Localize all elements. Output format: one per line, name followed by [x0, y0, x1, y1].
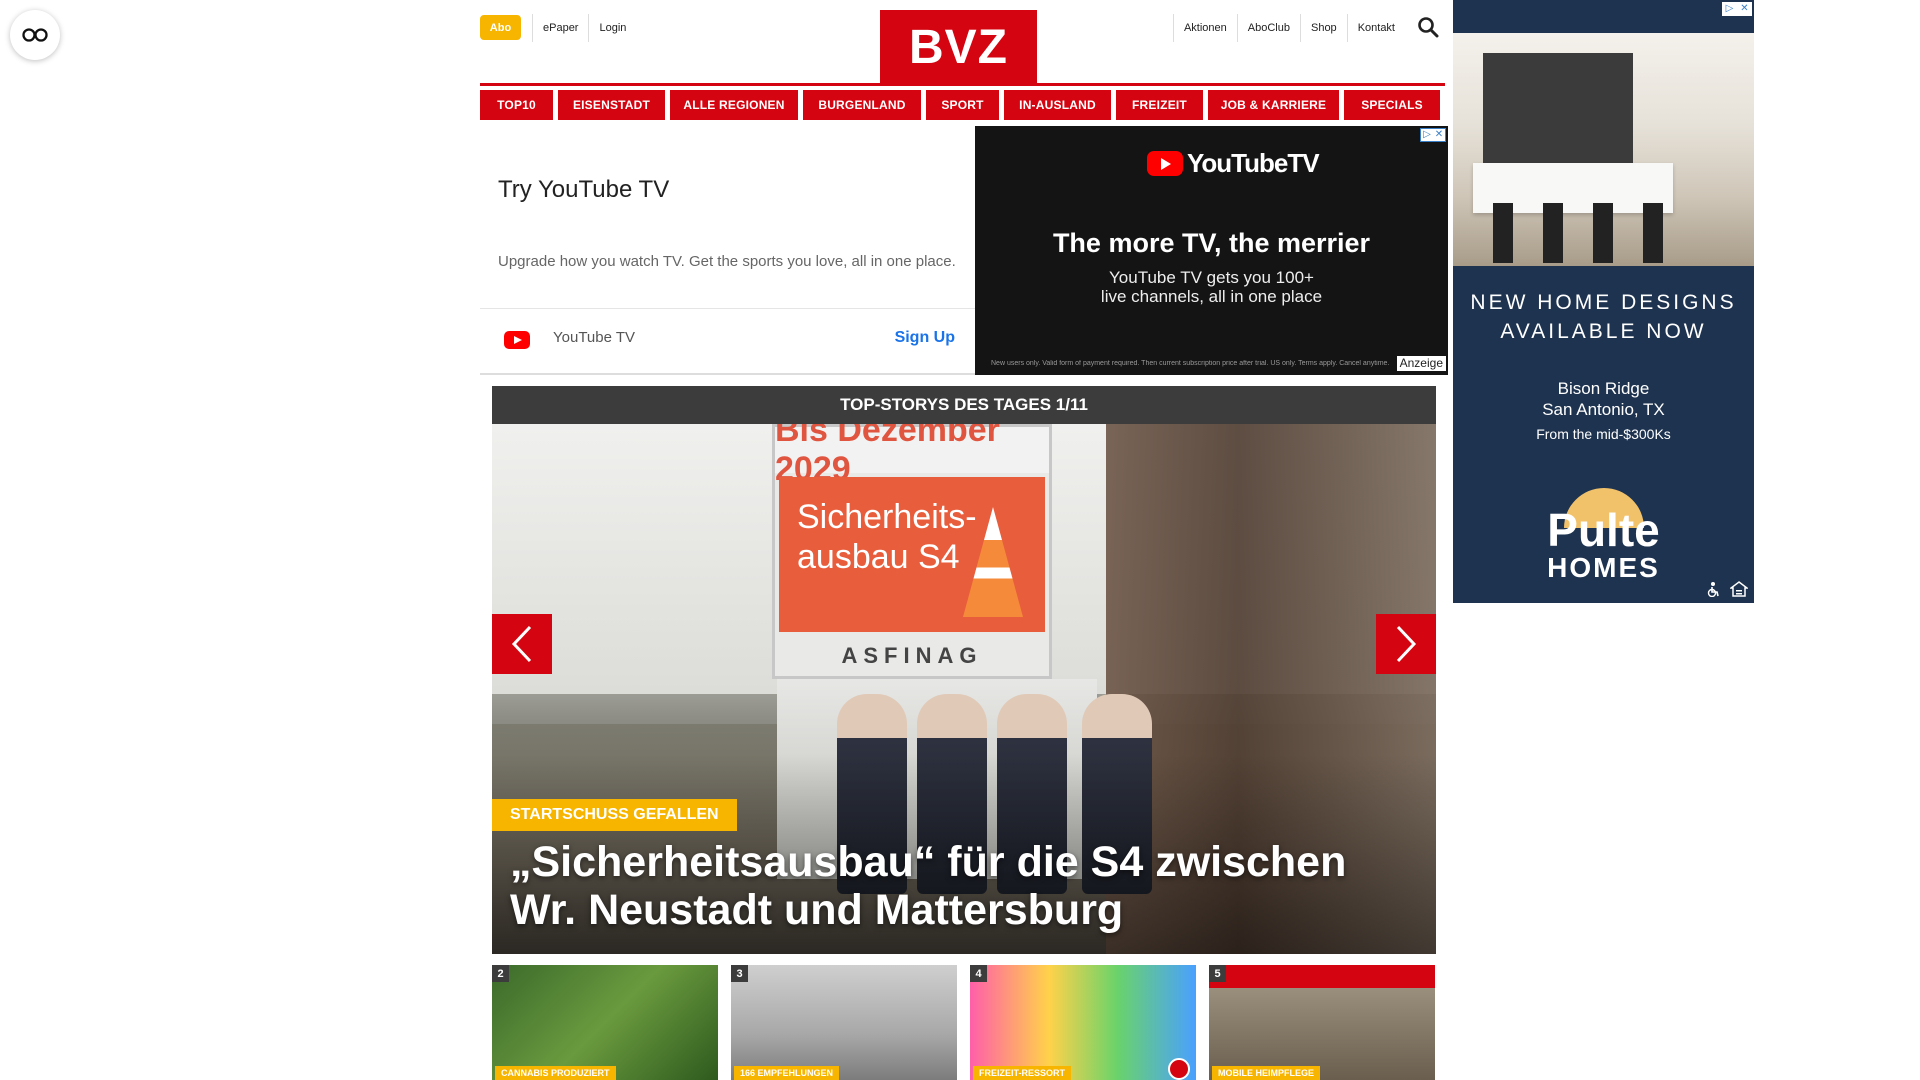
login-link[interactable]: Login	[588, 14, 636, 42]
thumbnail-number: 2	[492, 965, 509, 982]
sign-date: Bis Dezember 2029	[775, 424, 1049, 488]
story-thumbnails: 2 CANNABIS PRODUZIERT 3 166 EMPFEHLUNGEN…	[492, 965, 1436, 1080]
ad-header-strip	[1453, 0, 1754, 33]
banner-subline: YouTube TV gets you 100+ live channels, …	[1100, 268, 1323, 306]
ad-description: Upgrade how you watch TV. Get the sports…	[498, 253, 956, 270]
abo-button[interactable]: Abo	[480, 15, 521, 40]
stool	[1643, 203, 1663, 263]
youtube-tv-logo: YouTubeTV	[1147, 148, 1320, 179]
price-text: From the mid-$300Ks	[1536, 426, 1671, 442]
thumbnail-tag: FREIZEIT-RESSORT	[973, 1066, 1072, 1080]
youtube-tv-banner-ad[interactable]: ▷ ✕ YouTubeTV The more TV, the merrier Y…	[975, 126, 1448, 375]
ad-choices[interactable]: ▷ ✕	[1722, 2, 1752, 16]
nav-item-sport[interactable]: SPORT	[926, 90, 999, 120]
sign-up-button[interactable]: Sign Up	[895, 329, 955, 347]
next-slide-button[interactable]	[1376, 614, 1436, 674]
ad-divider	[480, 308, 975, 309]
top-stories-title: TOP-STORYS DES TAGES 1/11	[492, 386, 1436, 424]
banner-headline: The more TV, the merrier	[1052, 228, 1371, 258]
youtube-tv-logo-text: YouTubeTV	[1187, 148, 1320, 178]
reader-mode-button[interactable]	[10, 10, 60, 60]
equal-housing-icon	[1730, 581, 1748, 597]
kitchen-photo	[1453, 33, 1754, 266]
header-divider	[480, 83, 1445, 86]
thumbnail-tag: 166 EMPFEHLUNGEN	[734, 1066, 840, 1080]
youtube-icon	[504, 331, 530, 349]
chevron-right-icon	[1396, 625, 1417, 663]
thumbnail-number: 5	[1209, 965, 1226, 982]
thumbnail-5[interactable]: 5 MOBILE HEIMPFLEGE	[1209, 965, 1435, 1080]
pulte-homes-ad[interactable]: ▷ ✕ NEW HOME DESIGNS AVAILABLE NOW Bison…	[1453, 0, 1754, 603]
kitchen-cabinets	[1483, 53, 1633, 163]
accessibility-icon	[1707, 582, 1719, 597]
ad-brand: YouTube TV	[553, 329, 636, 346]
chevron-left-icon	[511, 625, 532, 663]
story-headline[interactable]: „Sicherheitsausbau“ für die S4 zwischen …	[510, 838, 1410, 934]
nav-item-specials[interactable]: SPECIALS	[1344, 90, 1440, 120]
asfinag-sign: Bis Dezember 2029 Sicherheits-ausbau S4 …	[772, 424, 1052, 679]
thumbnail-number: 3	[731, 965, 748, 982]
stool	[1593, 203, 1613, 263]
epaper-link[interactable]: ePaper	[532, 14, 588, 42]
thumbnail-tag: MOBILE HEIMPFLEGE	[1212, 1066, 1321, 1080]
nav-item-freizeit[interactable]: FREIZEIT	[1116, 90, 1203, 120]
ad-close-icon[interactable]: ✕	[1737, 2, 1752, 16]
youtube-tv-text-ad[interactable]: Try YouTube TV Upgrade how you watch TV.…	[480, 126, 975, 375]
thumbnail-image	[492, 965, 718, 1080]
sign-brand: ASFINAG	[841, 643, 983, 668]
pulte-brand-sub: HOMES	[1547, 552, 1660, 583]
thumbnail-4[interactable]: 4 FREIZEIT-RESSORT	[970, 965, 1196, 1080]
banner-fine-print: New users only. Valid form of payment re…	[991, 360, 1390, 367]
nav-item-top10[interactable]: TOP10	[480, 90, 553, 120]
thumbnail-image	[970, 965, 1196, 1080]
aboclub-link[interactable]: AboClub	[1236, 14, 1300, 42]
site-header: Abo ePaper Login BVZ Aktionen AboClub Sh…	[480, 0, 1445, 86]
ad-close-icon[interactable]: ✕	[1433, 129, 1445, 141]
youtube-icon	[1147, 151, 1183, 176]
ad-choices[interactable]: ▷ ✕	[1420, 128, 1446, 142]
nav-item-job-karriere[interactable]: JOB & KARRIERE	[1208, 90, 1339, 120]
sky-ad-icons	[1706, 581, 1748, 597]
community-name: Bison Ridge	[1557, 379, 1650, 398]
stool	[1543, 203, 1563, 263]
ad-info-icon[interactable]: ▷	[1722, 2, 1737, 16]
sign-panel: Sicherheits-ausbau S4	[779, 477, 1045, 632]
top-stories-slider: TOP-STORYS DES TAGES 1/11 Bis Dezember 2…	[492, 386, 1436, 956]
ad-title: Try YouTube TV	[498, 176, 670, 203]
pulte-brand: Pulte	[1547, 504, 1660, 556]
stool	[1493, 203, 1513, 263]
ad-label: Anzeige	[1396, 356, 1446, 371]
ad-bottom-divider	[480, 373, 975, 375]
search-icon	[1418, 17, 1439, 38]
bvz-logo[interactable]: BVZ	[880, 10, 1037, 84]
category-nav: TOP10 EISENSTADT ALLE REGIONEN BURGENLAN…	[480, 90, 1445, 120]
sky-ad-location: Bison Ridge San Antonio, TX	[1453, 378, 1754, 420]
story-kicker[interactable]: STARTSCHUSS GEFALLEN	[492, 799, 737, 831]
kontakt-link[interactable]: Kontakt	[1346, 14, 1405, 42]
thumbnail-image	[731, 965, 957, 1080]
top-links-left: ePaper Login	[532, 14, 636, 42]
sign-text: Sicherheits-ausbau S4	[797, 498, 977, 576]
thumbnail-image	[1209, 965, 1435, 1080]
camera-icon	[1168, 1058, 1190, 1080]
search-button[interactable]	[1417, 16, 1441, 40]
thumbnail-3[interactable]: 3 166 EMPFEHLUNGEN	[731, 965, 957, 1080]
thumbnail-2[interactable]: 2 CANNABIS PRODUZIERT	[492, 965, 718, 1080]
nav-item-burgenland[interactable]: BURGENLAND	[803, 90, 921, 120]
prev-slide-button[interactable]	[492, 614, 552, 674]
sky-ad-headline: NEW HOME DESIGNS AVAILABLE NOW	[1470, 291, 1737, 343]
nav-item-alle-regionen[interactable]: ALLE REGIONEN	[670, 90, 798, 120]
reader-mode-icon	[22, 28, 48, 42]
ad-info-icon[interactable]: ▷	[1421, 129, 1433, 141]
nav-item-in-ausland[interactable]: IN-AUSLAND	[1004, 90, 1111, 120]
city-name: San Antonio, TX	[1542, 400, 1665, 419]
story-image[interactable]: Bis Dezember 2029 Sicherheits-ausbau S4 …	[492, 424, 1436, 954]
thumbnail-number: 4	[970, 965, 987, 982]
shop-link[interactable]: Shop	[1299, 14, 1347, 42]
thumbnail-tag: CANNABIS PRODUZIERT	[495, 1066, 616, 1080]
aktionen-link[interactable]: Aktionen	[1172, 14, 1237, 42]
nav-item-eisenstadt[interactable]: EISENSTADT	[558, 90, 665, 120]
top-links-right: Aktionen AboClub Shop Kontakt	[1172, 14, 1405, 42]
